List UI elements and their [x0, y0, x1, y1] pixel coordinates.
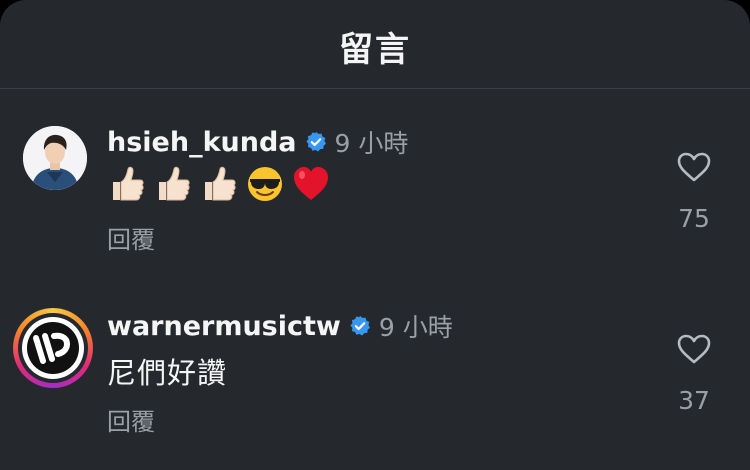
avatar-ring-gap [18, 313, 88, 383]
comment-emojis [107, 164, 331, 204]
sheet-title: 留言 [339, 30, 411, 70]
thumbs-up-icon [159, 166, 190, 201]
profile-photo-icon [23, 126, 87, 190]
sheet-header: 留言 [0, 0, 750, 88]
comment-time: 9 小時 [334, 129, 409, 158]
comments-sheet: 留言 hsieh_kunda 9 小時 回覆 75 warnermusictw … [0, 0, 750, 470]
username[interactable]: warnermusictw [107, 311, 341, 342]
verified-badge-icon [350, 315, 370, 336]
smiling-face-with-sunglasses-icon [248, 167, 282, 201]
reply-button[interactable]: 回覆 [107, 402, 155, 437]
comment-meta: warnermusictw 9 小時 [107, 308, 453, 344]
heart-outline-icon[interactable] [677, 152, 711, 182]
avatar[interactable] [13, 308, 93, 388]
red-heart-icon [294, 167, 328, 200]
reply-button[interactable]: 回覆 [107, 220, 155, 255]
like-count: 37 [678, 386, 710, 415]
username[interactable]: hsieh_kunda [107, 127, 297, 158]
comment-time: 9 小時 [378, 313, 453, 342]
comment-text: 尼們好讚 [107, 356, 228, 390]
thumbs-up-icon [113, 166, 144, 201]
avatar-logo [22, 317, 84, 379]
warner-music-logo-icon [27, 322, 79, 374]
header-divider [0, 88, 750, 89]
heart-outline-icon[interactable] [677, 334, 711, 364]
comment-meta: hsieh_kunda 9 小時 [107, 124, 408, 160]
like-control: 75 [672, 152, 716, 233]
verified-badge-icon [305, 131, 326, 152]
like-control: 37 [672, 334, 716, 415]
avatar[interactable] [23, 126, 87, 190]
like-count: 75 [678, 204, 710, 233]
thumbs-up-icon [205, 166, 236, 201]
